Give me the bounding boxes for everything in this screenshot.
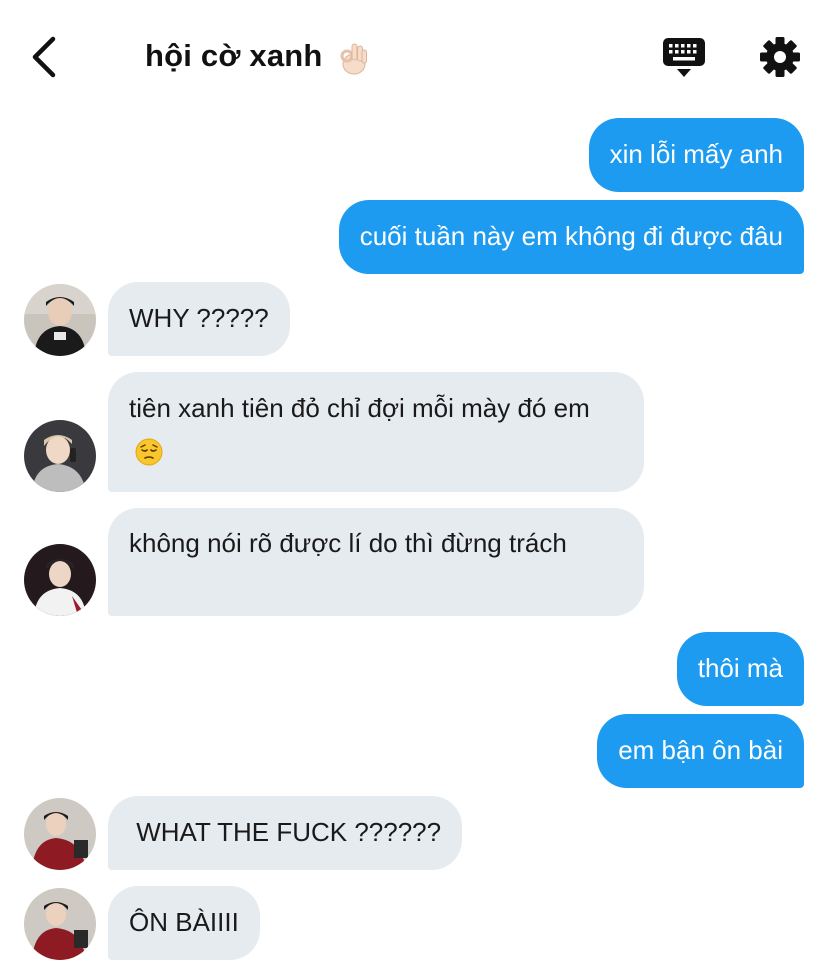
message-text: WHAT THE FUCK ?????? (129, 817, 442, 847)
message-bubble-outgoing[interactable]: xin lỗi mấy anh (588, 118, 804, 192)
message-text: em bận ôn bài (618, 735, 783, 765)
avatar[interactable] (24, 798, 96, 870)
message-bubble-incoming[interactable]: ÔN BÀIIII (108, 886, 260, 960)
avatar[interactable] (24, 284, 96, 356)
keyboard-button[interactable] (661, 36, 707, 80)
message-text: thôi mà (697, 653, 783, 683)
message-text: ÔN BÀIIII (129, 907, 239, 937)
avatar[interactable] (24, 544, 96, 616)
message-bubble-incoming[interactable]: WHAT THE FUCK ?????? (108, 796, 463, 870)
message-text: xin lỗi mấy anh (609, 139, 783, 169)
keyboard-icon (663, 38, 705, 77)
ok-hand-emoji-icon (338, 42, 368, 76)
avatar[interactable] (24, 420, 96, 492)
message-text: không nói rõ được lí do thì đừng trách (129, 528, 567, 558)
message-bubble-outgoing[interactable]: em bận ôn bài (597, 714, 804, 788)
settings-button[interactable] (759, 36, 801, 78)
chat-header: hội cờ xanh (0, 0, 828, 110)
message-bubble-outgoing[interactable]: cuối tuần này em không đi được đâu (338, 200, 804, 274)
message-text: tiên xanh tiên đỏ chỉ đợi mỗi mày đó em (129, 393, 590, 423)
message-bubble-incoming[interactable]: không nói rõ được lí do thì đừng trách (108, 508, 644, 616)
message-bubble-incoming[interactable]: WHY ????? (108, 282, 290, 356)
gear-icon (760, 37, 800, 77)
chat-title: hội cờ xanh (145, 38, 323, 73)
message-bubble-outgoing[interactable]: thôi mà (676, 632, 804, 706)
message-text: WHY ????? (129, 303, 269, 333)
message-bubble-incoming[interactable]: tiên xanh tiên đỏ chỉ đợi mỗi mày đó em (108, 372, 644, 492)
back-button[interactable] (28, 34, 68, 80)
message-text: cuối tuần này em không đi được đâu (359, 221, 783, 251)
pensive-face-emoji-icon (135, 435, 163, 466)
avatar[interactable] (24, 888, 96, 960)
chevron-left-icon (32, 36, 56, 78)
